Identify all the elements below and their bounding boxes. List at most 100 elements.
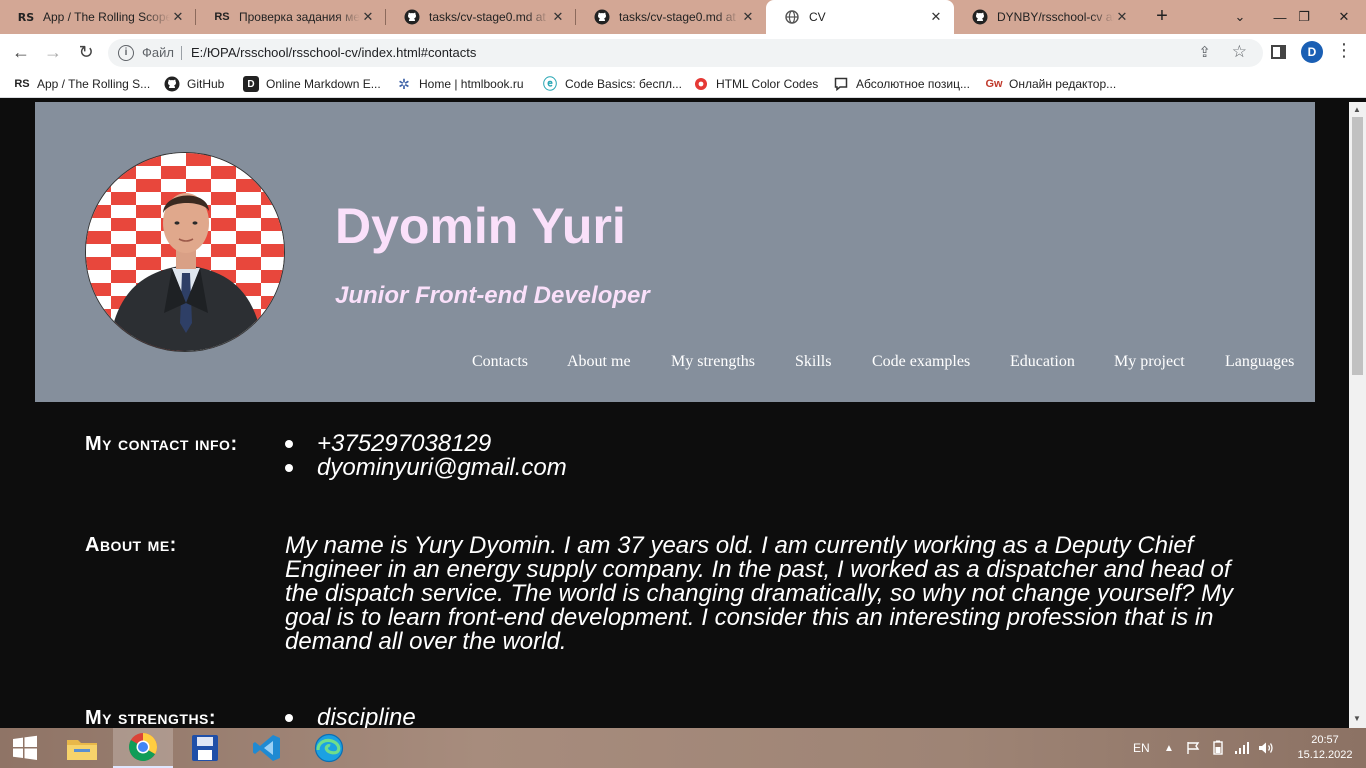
nav-link-my-strengths[interactable]: My strengths	[671, 353, 755, 371]
scheme-label: Файл	[142, 45, 174, 60]
reload-button[interactable]: ↻	[75, 42, 97, 64]
bookmark-label: Online Markdown E...	[266, 77, 381, 91]
bookmark-code-basics[interactable]: ⓔ Code Basics: беспл...	[542, 76, 682, 92]
tab-title: tasks/cv-stage0.md at master	[619, 10, 740, 24]
clock-time: 20:57	[1311, 734, 1339, 746]
clock-date: 15.12.2022	[1297, 749, 1353, 761]
bookmark-absolute-position[interactable]: Абсолютное позиц...	[833, 76, 970, 92]
tab-mentor-review[interactable]: RS Проверка задания ментором ✕	[196, 0, 386, 34]
menu-kebab-icon[interactable]: ⋮	[1335, 40, 1353, 61]
close-window-button[interactable]: ✕	[1322, 0, 1366, 34]
new-tab-button[interactable]: +	[1150, 5, 1174, 28]
tab-title: App / The Rolling Scopes	[43, 10, 170, 24]
strength-item: discipline	[317, 704, 416, 729]
share-icon[interactable]: ⇪	[1198, 43, 1211, 61]
taskbar-clock[interactable]: 20:57 15.12.2022	[1290, 733, 1360, 763]
network-signal-icon[interactable]	[1234, 728, 1250, 768]
show-hidden-icons-icon[interactable]: ▲	[1164, 728, 1174, 768]
windows-start-icon[interactable]	[0, 728, 50, 768]
nav-link-contacts[interactable]: Contacts	[472, 353, 528, 371]
profile-photo-image	[86, 153, 284, 351]
language-indicator[interactable]: EN	[1133, 728, 1150, 768]
bookmark-htmlbook[interactable]: ✲ Home | htmlbook.ru	[396, 75, 524, 92]
nav-link-skills[interactable]: Skills	[795, 353, 831, 371]
close-icon[interactable]: ✕	[170, 9, 186, 25]
contact-phone[interactable]: +375297038129	[317, 432, 491, 456]
github-icon	[164, 76, 180, 92]
close-icon[interactable]: ✕	[360, 9, 376, 25]
url-text[interactable]: E:/ЮРА/rsschool/rsschool-cv/index.html#c…	[191, 45, 476, 60]
github-icon	[594, 9, 610, 25]
page-viewport: Dyomin Yuri Junior Front-end Developer C…	[0, 102, 1349, 728]
tab-rolling-scopes-app[interactable]: RS App / The Rolling Scopes ✕	[0, 0, 196, 34]
bookmark-star-icon[interactable]: ☆	[1232, 42, 1247, 62]
bookmark-label: Абсолютное позиц...	[856, 77, 970, 91]
chat-icon	[833, 76, 849, 92]
strengths-section-title: My strengths:	[85, 707, 217, 728]
bookmark-label: Home | htmlbook.ru	[419, 77, 524, 91]
tab-search-button[interactable]: ⌄	[1218, 0, 1262, 34]
edge-icon[interactable]	[299, 728, 359, 768]
about-text: My name is Yury Dyomin. I am 37 years ol…	[285, 532, 1234, 655]
bookmark-markdown-editor[interactable]: D Online Markdown E...	[243, 76, 381, 92]
address-divider	[181, 46, 182, 60]
address-bar[interactable]: i Файл E:/ЮРА/rsschool/rsschool-cv/index…	[108, 39, 1263, 67]
close-icon[interactable]: ✕	[740, 9, 756, 25]
tab-title: Проверка задания ментором	[239, 10, 360, 24]
rs-logo-icon: RS	[214, 11, 230, 23]
nav-link-education[interactable]: Education	[1010, 353, 1075, 371]
scrollbar-thumb[interactable]	[1352, 117, 1363, 375]
bookmark-rolling-scopes[interactable]: RS App / The Rolling S...	[14, 76, 150, 92]
volume-icon[interactable]	[1258, 728, 1274, 768]
back-button[interactable]: ←	[10, 42, 32, 64]
bookmark-github[interactable]: GitHub	[164, 76, 224, 92]
code-basics-icon: ⓔ	[543, 76, 557, 92]
browser-tab-strip: RS App / The Rolling Scopes ✕ RS Проверк…	[0, 0, 1366, 34]
chrome-icon[interactable]	[113, 728, 173, 768]
contacts-section-title: My contact info:	[85, 433, 238, 455]
rs-logo-icon: RS	[17, 10, 35, 24]
flag-notification-icon[interactable]	[1186, 728, 1200, 768]
tab-github-repo[interactable]: DYNBY/rsschool-cv at main ✕	[954, 0, 1140, 34]
bookmark-label: Code Basics: беспл...	[565, 77, 682, 91]
cv-name: Dyomin Yuri	[335, 198, 626, 254]
cv-header: Dyomin Yuri Junior Front-end Developer C…	[35, 102, 1315, 402]
htmlbook-icon: ✲	[398, 75, 410, 92]
info-icon[interactable]: i	[118, 45, 134, 61]
contact-email[interactable]: dyominyuri@gmail.com	[317, 456, 567, 480]
github-icon	[972, 9, 988, 25]
tab-github-task-1[interactable]: tasks/cv-stage0.md at master ✕	[386, 0, 576, 34]
restore-button[interactable]: ❐	[1282, 0, 1326, 34]
close-icon[interactable]: ✕	[928, 9, 944, 25]
list-bullet	[285, 714, 293, 722]
tab-github-task-2[interactable]: tasks/cv-stage0.md at master ✕	[576, 0, 766, 34]
close-icon[interactable]: ✕	[550, 9, 566, 25]
bookmark-label: HTML Color Codes	[716, 77, 819, 91]
about-section-title: About me:	[85, 534, 177, 556]
bookmark-html-color-codes[interactable]: HTML Color Codes	[693, 76, 818, 92]
vscode-icon[interactable]	[237, 728, 297, 768]
windows-taskbar: EN ▲ 20:57 15.12.2022	[0, 728, 1366, 768]
side-panel-icon[interactable]	[1271, 45, 1286, 59]
save-disk-icon[interactable]	[175, 728, 235, 768]
bookmark-online-editor[interactable]: Gw Онлайн редактор...	[985, 76, 1116, 92]
close-icon[interactable]: ✕	[1114, 9, 1130, 25]
nav-link-languages[interactable]: Languages	[1225, 353, 1294, 371]
scroll-up-arrow-icon[interactable]: ▲	[1353, 105, 1361, 114]
file-explorer-icon[interactable]	[52, 728, 112, 768]
nav-link-about-me[interactable]: About me	[567, 353, 631, 371]
rs-logo-icon: RS	[14, 78, 30, 90]
forward-button[interactable]: →	[42, 42, 64, 64]
nav-link-my-project[interactable]: My project	[1114, 353, 1185, 371]
tab-cv[interactable]: CV ✕	[766, 0, 954, 34]
list-bullet	[285, 464, 293, 472]
tab-title: CV	[809, 10, 826, 24]
profile-avatar[interactable]: D	[1301, 41, 1323, 63]
scroll-down-arrow-icon[interactable]: ▼	[1353, 714, 1361, 723]
globe-icon	[784, 9, 800, 25]
markdown-editor-icon: D	[243, 76, 259, 92]
page-scrollbar[interactable]: ▲ ▼	[1349, 102, 1366, 728]
battery-icon[interactable]	[1210, 728, 1226, 768]
color-codes-icon	[693, 76, 709, 92]
nav-link-code-examples[interactable]: Code examples	[872, 353, 970, 371]
